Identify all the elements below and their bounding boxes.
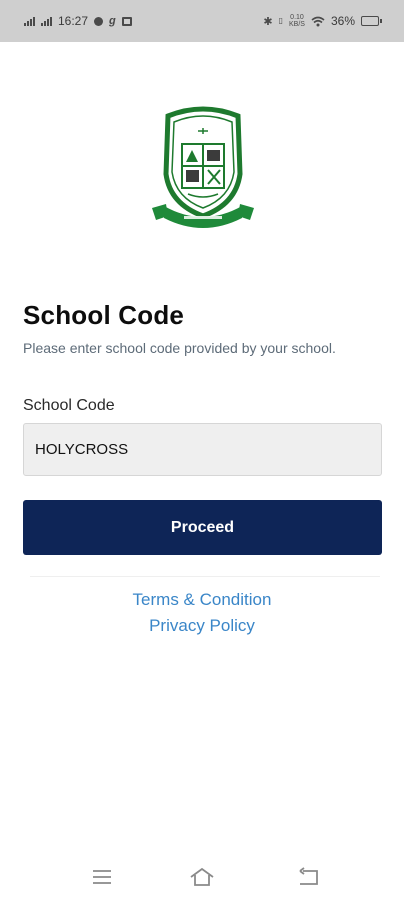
status-right: ✱ ▯ 0.10 KB/S 36%	[263, 14, 382, 28]
speed-bottom: KB/S	[289, 21, 305, 28]
whatsapp-icon	[94, 16, 104, 26]
vibrate-icon: ▯	[278, 16, 284, 25]
divider	[30, 576, 380, 577]
page-title: School Code	[23, 300, 185, 330]
gallery-icon	[121, 16, 132, 26]
home-icon[interactable]	[189, 866, 215, 888]
status-left: 16:27 g	[24, 14, 132, 28]
back-icon[interactable]	[295, 866, 321, 888]
status-bar: 16:27 g ✱ ▯ 0.10 KB/S 36%	[0, 0, 404, 42]
page-subtitle: Please enter school code provided by you…	[23, 340, 336, 356]
signal-icon	[24, 16, 35, 26]
g-icon: g	[109, 15, 116, 27]
privacy-link[interactable]: Privacy Policy	[0, 616, 404, 636]
proceed-button[interactable]: Proceed	[23, 500, 382, 555]
battery-icon	[361, 16, 382, 26]
signal-icon	[41, 16, 52, 26]
school-code-input[interactable]	[23, 423, 382, 476]
battery-percent: 36%	[330, 14, 355, 28]
school-code-label: School Code	[23, 397, 115, 414]
menu-icon[interactable]	[89, 866, 115, 888]
wifi-icon	[311, 16, 325, 26]
system-nav-bar	[0, 860, 404, 896]
bluetooth-icon: ✱	[263, 15, 273, 28]
school-crest-logo	[152, 106, 254, 228]
speed-top: 0.10	[290, 14, 304, 21]
terms-link[interactable]: Terms & Condition	[0, 590, 404, 610]
status-time: 16:27	[58, 14, 89, 28]
speed-icon: 0.10 KB/S	[289, 14, 305, 28]
